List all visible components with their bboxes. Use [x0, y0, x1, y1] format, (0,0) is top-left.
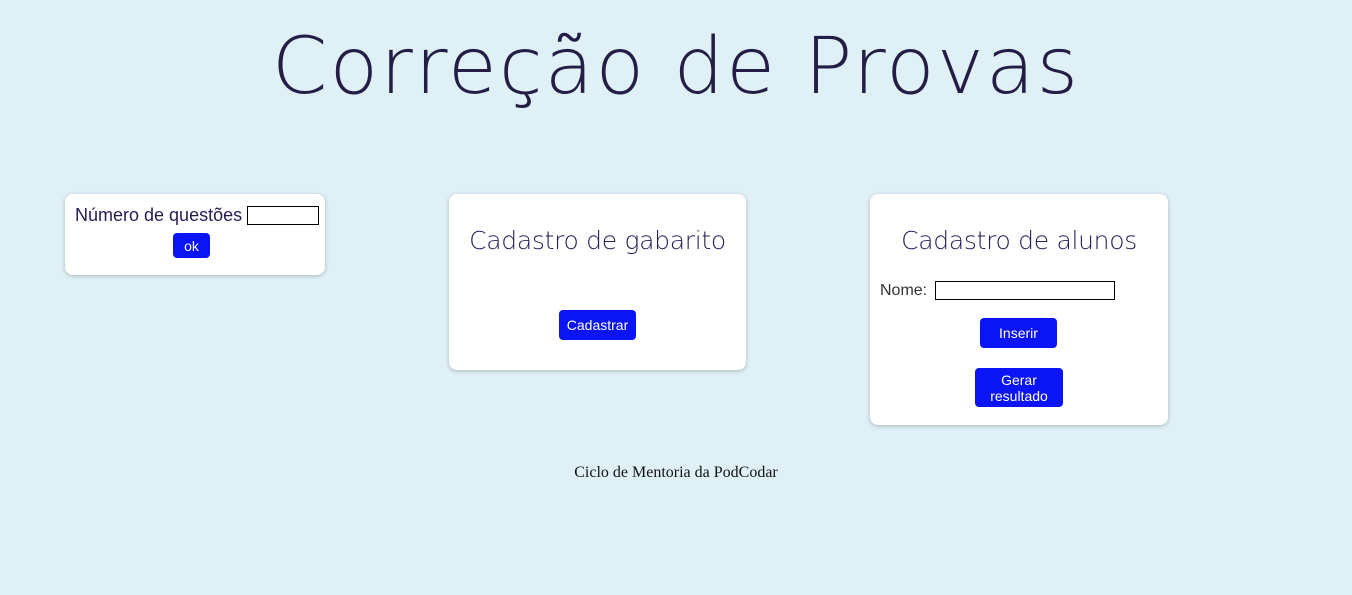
- numero-questoes-card: Número de questões ok: [65, 194, 325, 275]
- numero-questoes-label: Número de questões: [75, 205, 243, 225]
- gerar-resultado-button[interactable]: Gerar resultado: [975, 368, 1063, 407]
- cadastro-gabarito-heading: Cadastro de gabarito: [469, 226, 726, 255]
- footer-text: Ciclo de Mentoria da PodCodar: [574, 464, 778, 481]
- cadastrar-button[interactable]: Cadastrar: [559, 310, 636, 340]
- cadastro-gabarito-card: Cadastro de gabarito Cadastrar: [449, 194, 746, 370]
- inserir-button[interactable]: Inserir: [980, 318, 1057, 348]
- numero-questoes-input[interactable]: [247, 206, 320, 225]
- cadastro-alunos-card: Cadastro de alunos Nome: Inserir Gerar r…: [870, 194, 1168, 425]
- ok-button[interactable]: ok: [173, 233, 210, 258]
- nome-label: Nome:: [880, 281, 928, 299]
- nome-row: Nome:: [880, 281, 1116, 300]
- nome-input[interactable]: [935, 281, 1116, 300]
- page-title: Correção de Provas: [271, 22, 1081, 112]
- cadastro-alunos-heading: Cadastro de alunos: [901, 226, 1137, 255]
- numero-questoes-row: Número de questões: [75, 205, 320, 226]
